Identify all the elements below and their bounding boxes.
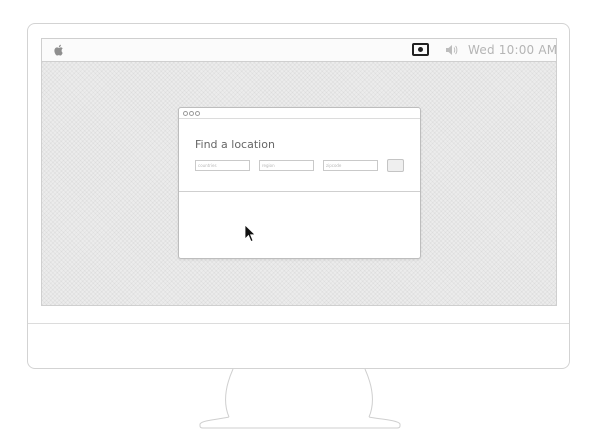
minimize-window-button[interactable] [189,111,194,116]
scene: Wed 10:00 AM Find a location countries r… [0,0,600,441]
mouse-pointer-icon [244,224,257,243]
window-heading: Find a location [195,138,275,151]
window-titlebar[interactable] [179,108,420,119]
monitor-chin-divider [28,323,569,324]
zipcode-field[interactable]: zipcode [323,160,378,171]
apple-icon[interactable] [52,43,66,57]
app-window: Find a location countries region zipcode [178,107,421,259]
volume-icon[interactable] [445,44,458,56]
menu-bar-clock[interactable]: Wed 10:00 AM [468,43,556,57]
window-divider [179,191,420,192]
monitor-stand [199,369,401,429]
menu-bar: Wed 10:00 AM [42,39,556,62]
screen-record-icon[interactable] [412,43,429,56]
close-window-button[interactable] [183,111,188,116]
search-button[interactable] [387,159,404,172]
screen: Wed 10:00 AM Find a location countries r… [41,38,557,306]
zoom-window-button[interactable] [195,111,200,116]
country-field[interactable]: countries [195,160,250,171]
region-field[interactable]: region [259,160,314,171]
